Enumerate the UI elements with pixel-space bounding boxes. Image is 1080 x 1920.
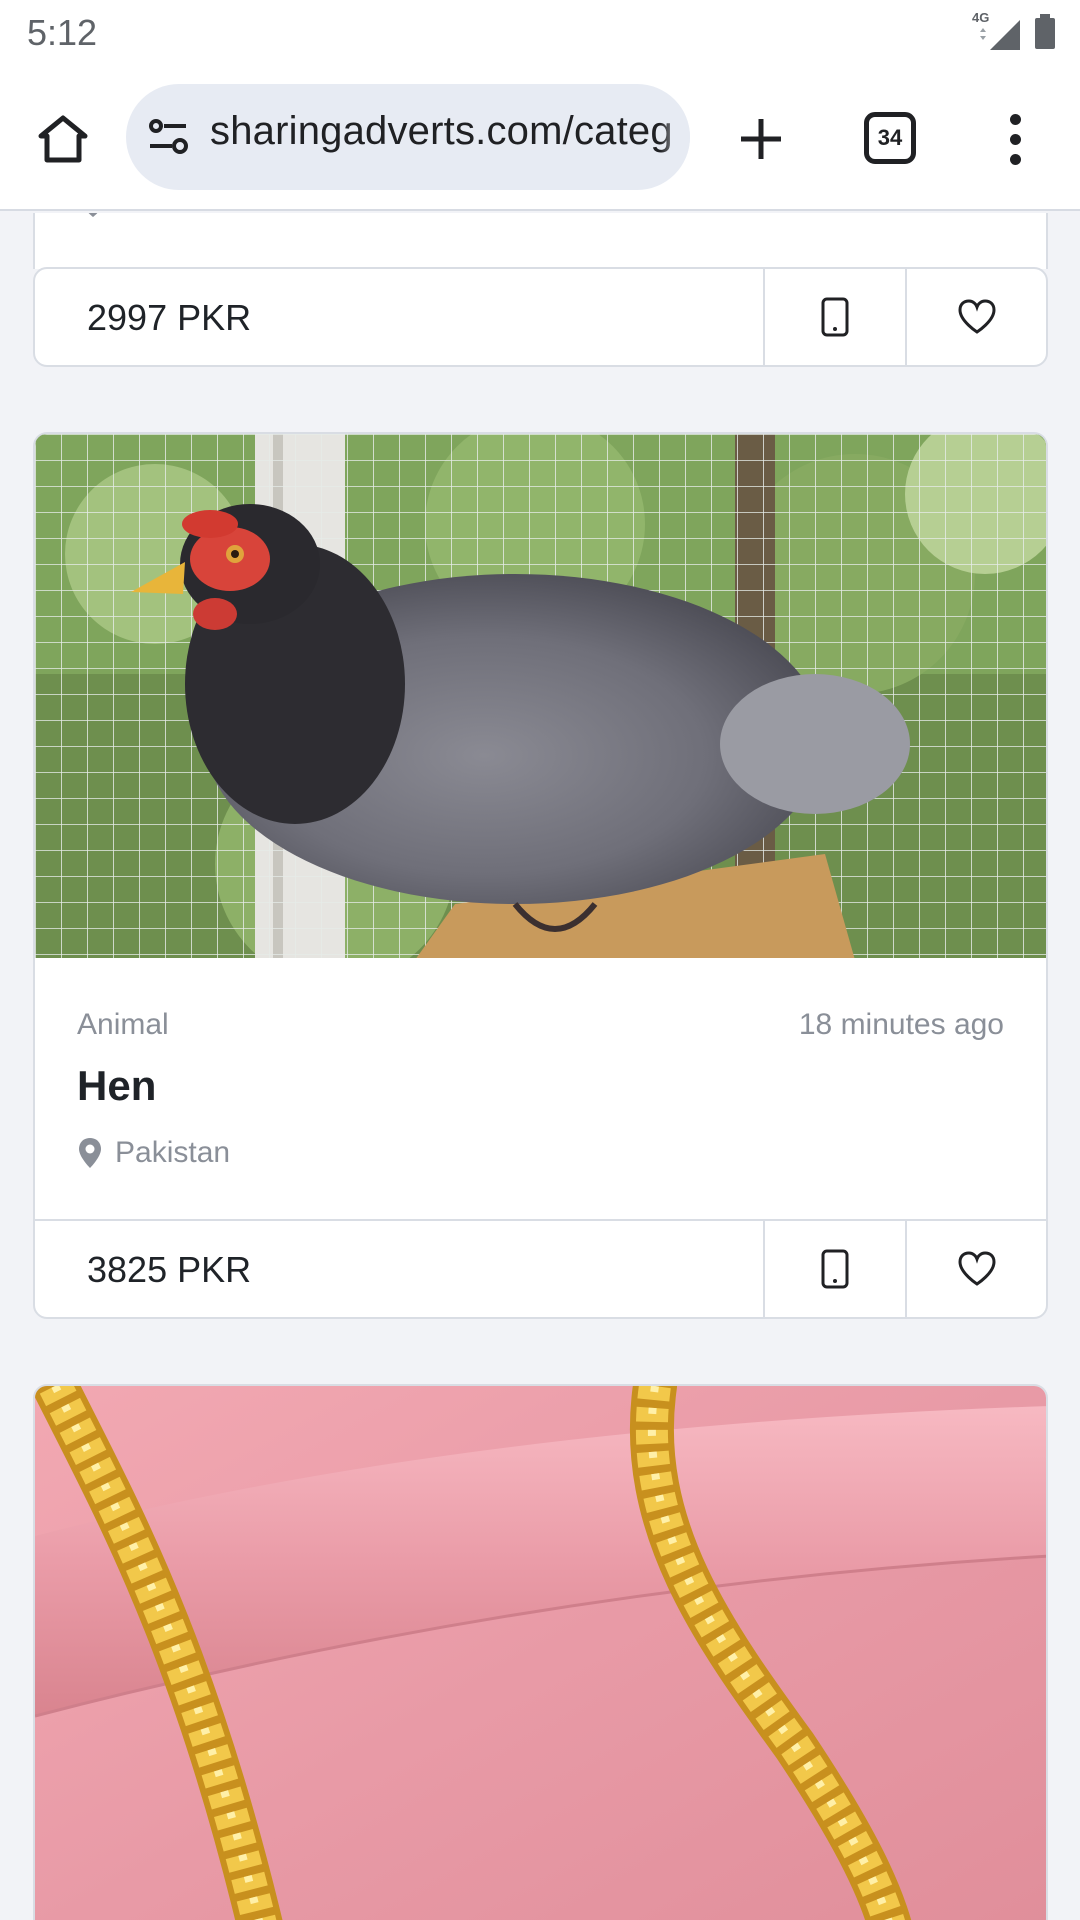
listing-title[interactable]: Hen	[77, 1062, 156, 1110]
listing-location: Pakistan	[77, 1136, 230, 1170]
status-icons: 4G	[966, 10, 1056, 54]
listing-card-top[interactable]	[33, 213, 1048, 269]
heart-icon	[957, 1251, 996, 1286]
listing-image[interactable]	[33, 1384, 1048, 1920]
plus-icon	[741, 119, 781, 159]
home-icon	[38, 115, 88, 163]
call-button[interactable]	[763, 1221, 905, 1317]
address-bar[interactable]: sharingadverts.com/categ	[126, 84, 690, 190]
url-text[interactable]: sharingadverts.com/categ	[210, 109, 673, 154]
favorite-button[interactable]	[905, 1221, 1046, 1317]
favorite-button[interactable]	[905, 269, 1046, 365]
listings-feed: 2997 PKR Animal 18 minutes ago Hen Pakis…	[0, 213, 1080, 1920]
phone-icon	[821, 297, 849, 337]
listing-location-text: Pakistan	[115, 1136, 231, 1169]
listing-category: Animal	[77, 1008, 169, 1041]
browser-toolbar: sharingadverts.com/categ 34	[0, 66, 1080, 211]
signal-icon: 4G	[966, 10, 1024, 54]
listing-price-bar: 3825 PKR	[33, 1219, 1048, 1319]
listing-price: 3825 PKR	[87, 1249, 252, 1290]
site-settings-icon[interactable]	[146, 114, 194, 162]
location-pin-icon	[79, 1138, 101, 1168]
tab-count: 34	[877, 125, 903, 150]
browser-menu-button[interactable]	[990, 106, 1040, 172]
battery-icon	[1035, 14, 1055, 49]
status-time: 5:12	[27, 12, 98, 53]
status-bar: 5:12 4G	[0, 0, 1080, 66]
tab-switcher-button[interactable]: 34	[864, 112, 916, 164]
listing-details[interactable]: Animal 18 minutes ago Hen Pakistan	[33, 958, 1048, 1236]
hen-photo	[35, 434, 1046, 958]
menu-dot	[1009, 153, 1021, 165]
new-tab-button[interactable]	[728, 106, 794, 172]
listing-price-bar: 2997 PKR	[33, 267, 1048, 367]
heart-icon	[957, 299, 996, 334]
listing-price: 2997 PKR	[87, 297, 252, 338]
gold-chain-photo	[35, 1386, 1046, 1920]
phone-icon	[821, 1249, 849, 1289]
location-pin-icon	[88, 213, 98, 217]
listing-time: 18 minutes ago	[798, 1008, 1004, 1041]
network-type: 4G	[972, 10, 990, 25]
home-button[interactable]	[30, 106, 96, 172]
menu-dot	[1009, 133, 1021, 145]
menu-dot	[1009, 113, 1021, 125]
listing-image[interactable]	[33, 432, 1048, 958]
call-button[interactable]	[763, 269, 905, 365]
